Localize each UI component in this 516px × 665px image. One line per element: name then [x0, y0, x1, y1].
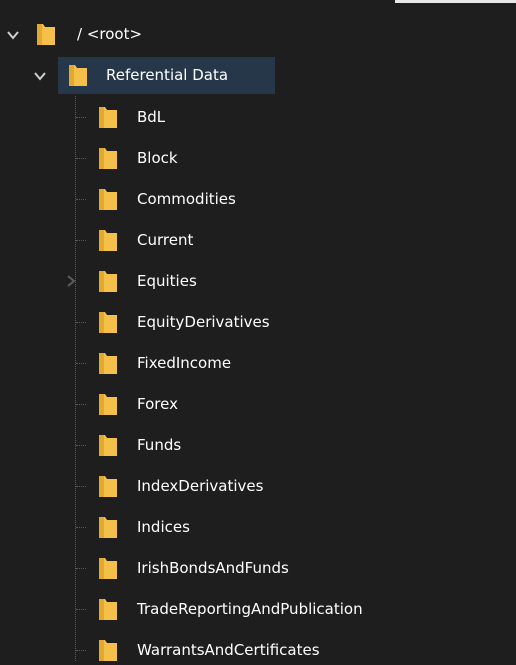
tree-guide-branch	[76, 527, 86, 529]
tree-guide-branch	[76, 363, 86, 365]
tree-node-child[interactable]: FixedIncome	[137, 353, 231, 373]
tree-guide-line	[75, 96, 77, 661]
folder-icon	[99, 148, 117, 169]
tree-guide-branch	[76, 322, 86, 324]
folder-tree[interactable]: / <root> Referential Data BdL Block Comm…	[0, 0, 516, 665]
tree-node-child[interactable]: Commodities	[137, 189, 236, 209]
folder-icon	[99, 394, 117, 415]
chevron-down-icon[interactable]	[6, 28, 20, 42]
folder-icon	[99, 640, 117, 661]
folder-icon	[99, 517, 117, 538]
tree-node-child[interactable]: TradeReportingAndPublication	[137, 599, 363, 619]
tree-node-root[interactable]: / <root>	[77, 24, 142, 44]
folder-icon	[99, 271, 117, 292]
folder-icon	[99, 189, 117, 210]
folder-icon	[99, 107, 117, 128]
folder-icon	[99, 312, 117, 333]
chevron-down-icon[interactable]	[33, 69, 47, 83]
tree-guide-branch	[76, 609, 86, 611]
tree-node-child[interactable]: IrishBondsAndFunds	[137, 558, 289, 578]
tree-node-child[interactable]: IndexDerivatives	[137, 476, 263, 496]
tree-guide-branch	[76, 486, 86, 488]
tree-node-child[interactable]: EquityDerivatives	[137, 312, 270, 332]
tree-node-child[interactable]: Funds	[137, 435, 181, 455]
tree-node-child[interactable]: Equities	[137, 271, 197, 291]
tree-node-referential-data[interactable]: Referential Data	[106, 65, 228, 85]
folder-icon	[99, 476, 117, 497]
tree-node-child[interactable]: Forex	[137, 394, 178, 414]
folder-icon	[99, 230, 117, 251]
tree-guide-branch	[76, 117, 86, 119]
tree-node-child[interactable]: Indices	[137, 517, 190, 537]
folder-icon	[99, 435, 117, 456]
folder-icon	[99, 599, 117, 620]
folder-icon	[99, 353, 117, 374]
tree-node-child[interactable]: Block	[137, 148, 178, 168]
chevron-right-icon[interactable]	[64, 274, 78, 288]
tree-node-child[interactable]: Current	[137, 230, 193, 250]
tree-guide-branch	[76, 404, 86, 406]
tree-guide-branch	[76, 158, 86, 160]
tree-guide-branch	[76, 445, 86, 447]
tree-guide-branch	[76, 568, 86, 570]
tree-node-child[interactable]: WarrantsAndCertificates	[137, 640, 320, 660]
folder-icon	[99, 558, 117, 579]
tree-node-child[interactable]: BdL	[137, 107, 165, 127]
folder-icon	[37, 24, 55, 45]
folder-icon	[69, 65, 87, 86]
tree-guide-branch	[76, 650, 86, 652]
tree-guide-branch	[76, 199, 86, 201]
tree-guide-branch	[76, 240, 86, 242]
